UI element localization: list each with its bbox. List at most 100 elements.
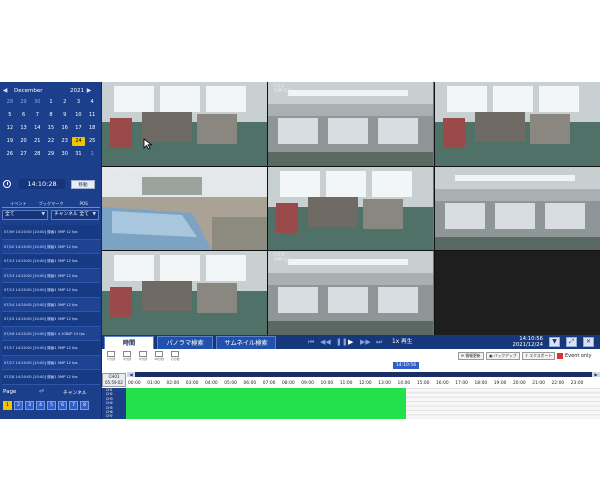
page-button[interactable]: 4	[36, 401, 45, 410]
list-item[interactable]: 07/13 14:20:00 [10:00] 録画1 5MP 12 fps	[2, 254, 100, 269]
layout-option[interactable]: 1分割	[106, 351, 116, 361]
scroll-left-icon[interactable]: ◀	[127, 372, 135, 377]
return-icon[interactable]: ⏎	[39, 389, 51, 395]
tab-event[interactable]: イベント	[2, 199, 35, 207]
export-button[interactable]: ⇪ エクスポート	[522, 352, 556, 360]
list-item[interactable]: 07/18 14:20:00 [10:00] 録画1 5MP 12 fps	[2, 370, 100, 385]
camera-tile[interactable]: CH 8 5MP 12	[268, 251, 434, 335]
channel-select[interactable]: チャンネル 全て ▼	[51, 210, 99, 220]
list-item[interactable]: 07/13 14:20:00 [10:00] 録画1 5MP 12 fps	[2, 268, 100, 283]
calendar-day[interactable]: 4	[85, 98, 99, 107]
calendar-day[interactable]: 31	[72, 150, 86, 159]
play-icon[interactable]: ▶	[348, 338, 353, 346]
list-item[interactable]: 07/14 14:20:00 [10:00] 録画1 5MP 12 fps	[2, 297, 100, 312]
list-item[interactable]: 07/10 14:20:00 [10:00] 録画1 5MP 12 fps	[2, 239, 100, 254]
calendar-day[interactable]: 28	[30, 150, 44, 159]
page-button[interactable]: 5	[47, 401, 56, 410]
skip-forward-icon[interactable]: ⏭	[376, 338, 382, 346]
close-icon[interactable]: ✕	[583, 337, 594, 347]
page-button[interactable]: 2	[14, 401, 23, 410]
chevron-right-icon[interactable]: ▶	[84, 87, 94, 94]
backup-button[interactable]: ▣ バックアップ	[486, 352, 520, 360]
calendar-day[interactable]: 13	[17, 124, 31, 133]
tab-pos[interactable]: POS	[67, 199, 100, 207]
tab-thumbnail-search[interactable]: サムネイル検索	[216, 336, 276, 349]
calendar-day[interactable]: 2	[58, 98, 72, 107]
fast-forward-icon[interactable]: ▶▶	[360, 338, 371, 346]
camera-tile[interactable]: CH 2 5MP 12	[268, 82, 434, 166]
calendar-day[interactable]: 28	[3, 98, 17, 107]
layout-option[interactable]: 4分割	[122, 351, 132, 361]
recorded-segment[interactable]	[126, 388, 407, 419]
chevron-left-icon[interactable]: ◀	[0, 87, 10, 94]
rewind-icon[interactable]: ◀◀	[320, 338, 331, 346]
tab-bookmark[interactable]: ブックマーク	[35, 199, 68, 207]
timeline-marker[interactable]: 14:10:56	[393, 362, 419, 369]
calendar-day[interactable]: 26	[3, 150, 17, 159]
calendar-day[interactable]: 10	[72, 111, 86, 120]
calendar-day[interactable]: 22	[44, 137, 58, 146]
list-item[interactable]: 07/13 14:20:00 [10:00] 録画1 5MP 12 fps	[2, 283, 100, 298]
scroll-right-icon[interactable]: ▶	[592, 372, 600, 377]
calendar-day[interactable]: 21	[30, 137, 44, 146]
camera-tile[interactable]	[434, 82, 600, 166]
camera-tile[interactable]	[102, 82, 268, 166]
calendar-day[interactable]: 18	[85, 124, 99, 133]
calendar-day[interactable]: 3	[72, 98, 86, 107]
refresh-button[interactable]: ⟳ 情報更新	[458, 352, 484, 360]
event-type-select[interactable]: 全て ▼	[2, 210, 48, 220]
calendar-day[interactable]: 5	[3, 111, 17, 120]
timeline-scroll-bar[interactable]: ◀ ▶	[127, 372, 600, 377]
layout-option[interactable]: その他	[170, 351, 180, 361]
page-button[interactable]: 7	[69, 401, 78, 410]
calendar-day[interactable]: 20	[17, 137, 31, 146]
page-button[interactable]: 8	[80, 401, 89, 410]
tab-panorama-search[interactable]: パノラマ検索	[157, 336, 213, 349]
fullscreen-icon[interactable]: ⤢	[566, 337, 577, 347]
calendar-day[interactable]: 16	[58, 124, 72, 133]
calendar-day[interactable]: 23	[58, 137, 72, 146]
calendar-day[interactable]: 14	[30, 124, 44, 133]
calendar-day[interactable]: 29	[17, 98, 31, 107]
move-button[interactable]: 移動	[71, 179, 95, 189]
calendar-day[interactable]: 7	[30, 111, 44, 120]
pause-icon[interactable]: ❚❚	[336, 338, 348, 346]
list-item[interactable]: 07/17 14:20:00 [10:00] 録画1 5MP 12 fps	[2, 341, 100, 356]
calendar-day[interactable]: 19	[3, 137, 17, 146]
calendar-day[interactable]: 1	[85, 150, 99, 159]
calendar-day[interactable]: 8	[44, 111, 58, 120]
camera-tile[interactable]	[102, 251, 268, 335]
calendar-day[interactable]: 1	[44, 98, 58, 107]
layout-option[interactable]: 16分割	[154, 351, 164, 361]
calendar-day[interactable]: 27	[17, 150, 31, 159]
camera-tile[interactable]	[268, 166, 434, 251]
page-button[interactable]: 6	[58, 401, 67, 410]
camera-tile[interactable]: 2021-12-24 14:10:56	[102, 166, 268, 251]
chevron-down-icon[interactable]: ▼	[549, 337, 560, 347]
skip-back-icon[interactable]: ⏮	[308, 338, 314, 346]
calendar-day[interactable]: 12	[3, 124, 17, 133]
calendar-day[interactable]: 29	[44, 150, 58, 159]
calendar-day[interactable]: 30	[58, 150, 72, 159]
calendar-day[interactable]: 24	[71, 137, 86, 146]
camera-tile[interactable]	[434, 166, 600, 251]
page-button[interactable]: 3	[25, 401, 34, 410]
camera-tile[interactable]	[434, 251, 600, 335]
calendar-day[interactable]: 30	[30, 98, 44, 107]
page-button[interactable]: 1	[3, 401, 12, 410]
list-item[interactable]: 07/09 14:20:00 [10:00] 録画1 5MP 12 fps	[2, 225, 100, 240]
time-input[interactable]: 14:10:28	[19, 179, 65, 189]
tab-time[interactable]: 時間	[104, 336, 154, 349]
event-only-toggle[interactable]: Event only	[557, 353, 592, 359]
calendar-day[interactable]: 15	[44, 124, 58, 133]
list-item[interactable]: 07/16 14:20:00 [10:00] 録画1 4 1080P 15 fp…	[2, 326, 100, 341]
calendar-day[interactable]: 17	[72, 124, 86, 133]
recording-tracks[interactable]	[126, 388, 600, 419]
checkbox-icon[interactable]	[557, 353, 563, 359]
calendar-day[interactable]: 25	[85, 137, 99, 146]
list-item[interactable]: 07/15 14:20:00 [10:00] 録画1 5MP 12 fps	[2, 312, 100, 327]
calendar-day[interactable]: 11	[85, 111, 99, 120]
layout-option[interactable]: 9分割	[138, 351, 148, 361]
calendar-day[interactable]: 6	[17, 111, 31, 120]
calendar-day[interactable]: 9	[58, 111, 72, 120]
